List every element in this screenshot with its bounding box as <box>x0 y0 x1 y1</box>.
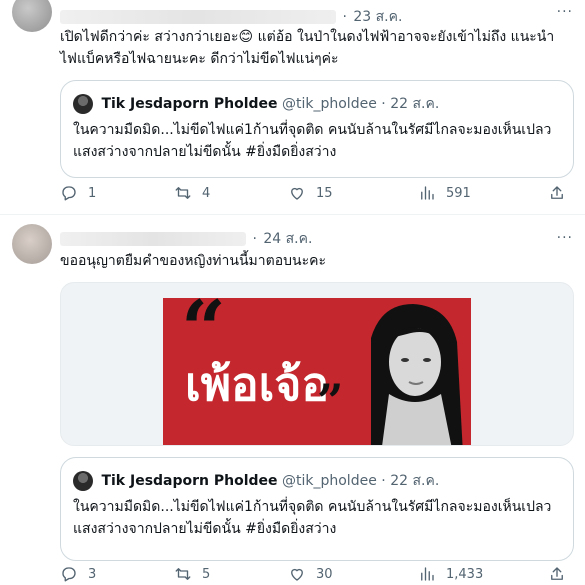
quoted-author-handle: @tik_pholdee <box>282 96 377 112</box>
like-button[interactable]: 15 <box>288 184 333 202</box>
separator: · <box>381 96 386 112</box>
quoted-timestamp: 22 ส.ค. <box>390 96 440 112</box>
reply-icon <box>62 567 76 582</box>
quoted-text-line: ในความมืดมิด...ไม่ขีดไฟแค่1ก้านที่จุดติด… <box>73 499 552 515</box>
view-count: 591 <box>446 185 471 201</box>
reply-count: 3 <box>88 566 97 582</box>
tweet-text: ขออนุญาตยืมคำของหญิงท่านนี้มาตอบนะคะ <box>60 250 571 272</box>
quoted-text-line: แสงสว่างจากปลายไม่ขีดนั้น #ยิ่งมืดยิ่งสว… <box>73 521 337 537</box>
quoted-tweet-header: Tik Jesdaporn Pholdee @tik_pholdee · 22 … <box>73 93 440 114</box>
timestamp[interactable]: 23 ส.ค. <box>353 9 402 25</box>
like-button[interactable]: 30 <box>288 565 333 583</box>
close-quote-mark: ” <box>317 374 344 428</box>
tweet-text: เปิดไฟดีกว่าค่ะ สว่างกว่าเยอะ😊 แต่อ้อ ใน… <box>60 26 571 70</box>
retweet-icon <box>175 568 191 580</box>
avatar[interactable] <box>12 224 52 264</box>
views-button[interactable]: 1,433 <box>418 565 483 583</box>
timestamp[interactable]: 24 ส.ค. <box>263 231 312 247</box>
quoted-author-name: Tik Jesdaporn Pholdee <box>101 473 278 489</box>
separator: · <box>252 231 257 247</box>
quoted-avatar <box>73 471 93 491</box>
views-icon <box>421 186 434 200</box>
tweet-text-line: ขออนุญาตยืมคำของหญิงท่านนี้มาตอบนะคะ <box>60 253 326 269</box>
tweet-header: · 23 ส.ค. <box>60 6 545 26</box>
tweet[interactable]: · 23 ส.ค. ··· เปิดไฟดีกว่าค่ะ สว่างกว่าเ… <box>0 0 585 214</box>
more-options-button[interactable]: ··· <box>557 4 573 20</box>
quoted-tweet-text: ในความมืดมิด...ไม่ขีดไฟแค่1ก้านที่จุดติด… <box>73 119 563 163</box>
share-button[interactable] <box>548 184 576 202</box>
share-icon <box>551 567 563 580</box>
quoted-author-name: Tik Jesdaporn Pholdee <box>101 96 278 112</box>
tweet-text-line: ไฟแบ็คหรือไฟฉายนะคะ ดีกว่าไม่ขีดไฟแน่ๆค่… <box>60 51 339 67</box>
tweet-divider <box>0 214 585 215</box>
like-count: 15 <box>316 185 333 201</box>
portrait-photo <box>371 304 463 445</box>
poster-word: เพ้อเจ้อ <box>185 357 329 411</box>
reply-count: 1 <box>88 185 97 201</box>
views-button[interactable]: 591 <box>418 184 471 202</box>
quoted-avatar <box>73 94 93 114</box>
tweet-actions: 3 5 30 1,433 <box>60 565 572 585</box>
retweet-count: 4 <box>202 185 211 201</box>
reply-button[interactable]: 3 <box>60 565 96 583</box>
quoted-tweet-text: ในความมืดมิด...ไม่ขีดไฟแค่1ก้านที่จุดติด… <box>73 496 563 540</box>
share-icon <box>551 186 563 199</box>
avatar[interactable] <box>12 0 52 32</box>
retweet-button[interactable]: 4 <box>174 184 210 202</box>
quoted-timestamp: 22 ส.ค. <box>390 473 440 489</box>
tweet[interactable]: · 24 ส.ค. ··· ขออนุญาตยืมคำของหญิงท่านนี… <box>0 216 585 585</box>
tweet-header: · 24 ส.ค. <box>60 228 545 248</box>
retweet-count: 5 <box>202 566 211 582</box>
tweet-text-line: เปิดไฟดีกว่าค่ะ สว่างกว่าเยอะ😊 แต่อ้อ ใน… <box>60 29 555 45</box>
like-count: 30 <box>316 566 333 582</box>
heart-icon <box>291 568 303 581</box>
quoted-tweet-header: Tik Jesdaporn Pholdee @tik_pholdee · 22 … <box>73 470 440 491</box>
retweet-icon <box>175 187 191 199</box>
reply-button[interactable]: 1 <box>60 184 96 202</box>
tweet-actions: 1 4 15 591 <box>60 184 572 204</box>
quoted-author-handle: @tik_pholdee <box>282 473 377 489</box>
share-button[interactable] <box>548 565 576 583</box>
redacted-name <box>60 10 336 24</box>
redacted-name <box>60 232 246 246</box>
retweet-button[interactable]: 5 <box>174 565 210 583</box>
poster-image: “ เพ้อเจ้อ ” <box>163 298 471 445</box>
separator: · <box>381 473 386 489</box>
separator: · <box>342 9 347 25</box>
attached-image[interactable]: “ เพ้อเจ้อ ” <box>60 282 574 446</box>
quoted-text-line: แสงสว่างจากปลายไม่ขีดนั้น #ยิ่งมืดยิ่งสว… <box>73 144 337 160</box>
reply-icon <box>62 186 76 201</box>
more-options-button[interactable]: ··· <box>557 230 573 246</box>
quoted-text-line: ในความมืดมิด...ไม่ขีดไฟแค่1ก้านที่จุดติด… <box>73 122 552 138</box>
views-icon <box>421 567 434 581</box>
heart-icon <box>291 187 303 200</box>
quoted-tweet[interactable]: Tik Jesdaporn Pholdee @tik_pholdee · 22 … <box>60 457 574 561</box>
quoted-tweet[interactable]: Tik Jesdaporn Pholdee @tik_pholdee · 22 … <box>60 80 574 178</box>
view-count: 1,433 <box>446 566 484 582</box>
